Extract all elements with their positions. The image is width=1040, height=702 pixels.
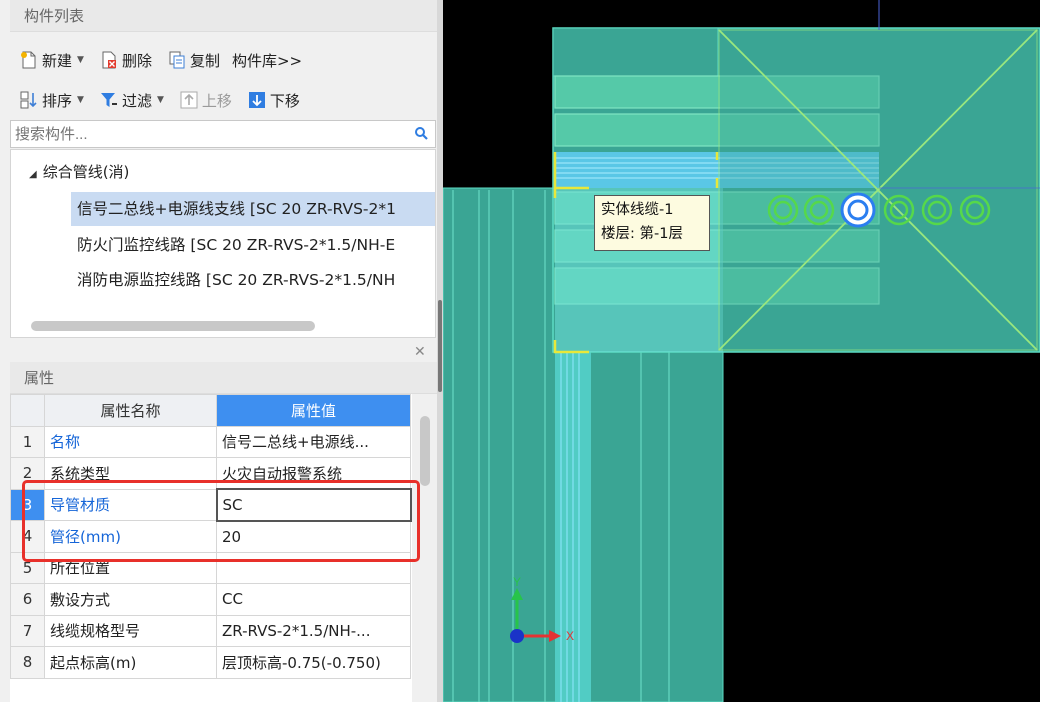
property-name-header[interactable]: 属性名称 [44,394,217,427]
property-value-header[interactable]: 属性值 [216,394,411,427]
3d-viewport[interactable]: Y X [443,0,1040,702]
property-value[interactable]: 20 [216,520,411,553]
move-up-button[interactable]: 上移 [176,86,236,114]
tooltip-line-1: 实体线缆-1 [601,202,674,218]
property-name: 线缆规格型号 [44,614,217,647]
properties-table: 属性名称 属性值 1 名称 信号二总线+电源线... 2 系统类型 火灾自动报警… [10,394,412,679]
tree-item-label: 防火门监控线路 [SC 20 ZR-RVS-2*1.5/NH-E [77,236,396,254]
copy-icon [168,51,186,69]
search-icon[interactable] [409,121,435,147]
row-number: 5 [10,551,45,584]
component-library-label: 构件库>> [231,51,303,70]
filter-button-label: 过滤 [121,91,152,110]
property-name: 导管材质 [44,488,217,521]
tree-item[interactable]: 防火门监控线路 [SC 20 ZR-RVS-2*1.5/NH-E [71,228,435,262]
component-library-button[interactable]: 构件库>> [228,46,306,74]
property-name: 系统类型 [44,457,217,490]
tree-horizontal-scrollbar[interactable] [31,318,427,332]
property-value[interactable]: 信号二总线+电源线... [216,425,411,458]
splitter-grip[interactable] [438,300,442,392]
sort-icon [20,91,38,109]
move-up-label: 上移 [201,91,232,110]
table-header-row: 属性名称 属性值 [10,394,411,427]
arrow-up-icon [180,91,198,109]
tree-group-node[interactable]: ◢ 综合管线(消) [11,158,129,186]
tree-item[interactable]: 信号二总线+电源线支线 [SC 20 ZR-RVS-2*1 [71,192,435,226]
table-row[interactable]: 1 名称 信号二总线+电源线... [10,425,411,458]
tree-group-label: 综合管线(消) [42,163,130,181]
component-tree: ◢ 综合管线(消) 信号二总线+电源线支线 [SC 20 ZR-RVS-2*1 防… [10,149,436,338]
table-row[interactable]: 7 线缆规格型号 ZR-RVS-2*1.5/NH-... [10,614,411,647]
filter-button[interactable]: 过滤 ▼ [96,86,168,114]
axis-y-label: Y [513,575,521,589]
model-canvas[interactable]: Y X [443,0,1040,702]
table-row[interactable]: 5 所在位置 [10,551,411,584]
sort-button-label: 排序 [42,91,73,110]
delete-button[interactable]: 删除 [96,46,156,74]
row-number: 2 [10,457,45,490]
scrollbar-thumb[interactable] [31,321,315,331]
property-value[interactable]: 层顶标高-0.75(-0.750) [216,646,411,679]
chevron-down-icon: ▼ [77,95,84,105]
new-file-icon [20,51,38,69]
tooltip-line-2: 楼层: 第-1层 [601,226,683,242]
axis-x-label: X [566,629,574,643]
new-button[interactable]: 新建 ▼ [16,46,88,74]
property-name: 起点标高(m) [44,646,217,679]
property-name: 所在位置 [44,551,217,584]
scrollbar-thumb[interactable] [420,416,430,486]
property-name: 敷设方式 [44,583,217,616]
sort-button[interactable]: 排序 ▼ [16,86,88,114]
row-number: 4 [10,520,45,553]
move-down-button[interactable]: 下移 [244,86,304,114]
property-value[interactable]: ZR-RVS-2*1.5/NH-... [216,614,411,647]
filter-icon [100,91,118,109]
search-input[interactable] [11,122,409,146]
collapse-triangle-icon[interactable]: ◢ [29,161,37,189]
delete-button-label: 删除 [121,51,152,70]
row-number: 7 [10,614,45,647]
table-row[interactable]: 8 起点标高(m) 层顶标高-0.75(-0.750) [10,646,411,679]
move-down-label: 下移 [269,91,300,110]
component-list-title: 构件列表 [24,7,85,25]
new-button-label: 新建 [42,51,73,70]
row-number: 3 [10,488,45,521]
element-tooltip: 实体线缆-1 楼层: 第-1层 [594,195,710,251]
close-icon[interactable]: ✕ [414,344,426,360]
table-row[interactable]: 2 系统类型 火灾自动报警系统 [10,457,411,490]
property-name: 名称 [44,425,217,458]
component-toolbar-1: 新建 ▼ 删除 复制 构件库>> [10,40,437,80]
properties-title: 属性 [24,369,55,387]
tree-item-label: 信号二总线+电源线支线 [SC 20 ZR-RVS-2*1 [77,200,396,218]
properties-vertical-scrollbar[interactable] [419,414,431,700]
properties-header: 属性 [10,362,437,394]
row-number-header [10,394,45,427]
tree-item-label: 消防电源监控线路 [SC 20 ZR-RVS-2*1.5/NH [77,271,396,289]
component-toolbar-2: 排序 ▼ 过滤 ▼ 上移 下移 [10,80,437,120]
table-row[interactable]: 3 导管材质 SC [10,488,412,522]
property-value[interactable] [216,551,411,584]
table-row[interactable]: 4 管径(mm) 20 [10,520,411,553]
component-search [10,120,436,148]
selected-conduit[interactable] [840,192,876,228]
row-number: 6 [10,583,45,616]
arrow-down-icon [248,91,266,109]
property-value[interactable]: CC [216,583,411,616]
row-number: 1 [10,425,45,458]
property-value[interactable]: 火灾自动报警系统 [216,457,411,490]
row-number: 8 [10,646,45,679]
table-row[interactable]: 6 敷设方式 CC [10,583,411,616]
conduit-material-input[interactable]: SC [215,488,412,522]
component-list-header: 构件列表 [10,0,437,32]
property-name: 管径(mm) [44,520,217,553]
chevron-down-icon: ▼ [77,55,84,65]
tree-item[interactable]: 消防电源监控线路 [SC 20 ZR-RVS-2*1.5/NH [71,263,435,297]
delete-file-icon [100,51,118,69]
copy-button[interactable]: 复制 [164,46,224,74]
chevron-down-icon: ▼ [156,95,164,105]
properties-grid: 属性名称 属性值 1 名称 信号二总线+电源线... 2 系统类型 火灾自动报警… [10,394,412,702]
left-panel: 构件列表 新建 ▼ 删除 复制 构件库>> 排序 ▼ 过滤 ▼ 上移 下移 搜索… [0,0,437,702]
copy-button-label: 复制 [189,51,220,70]
